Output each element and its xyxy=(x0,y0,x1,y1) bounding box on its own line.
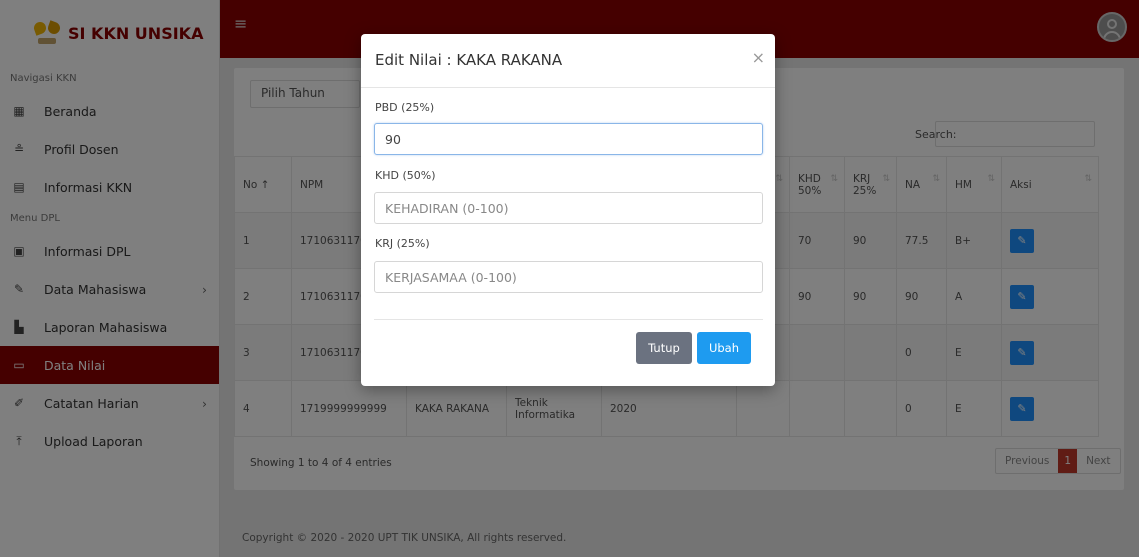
khd-label: KHD (50%) xyxy=(375,169,436,182)
modal-title: Edit Nilai : KAKA RAKANA xyxy=(375,51,563,69)
krj-input[interactable] xyxy=(374,261,763,293)
ubah-button[interactable]: Ubah xyxy=(697,332,751,364)
tutup-button[interactable]: Tutup xyxy=(636,332,692,364)
pbd-label: PBD (25%) xyxy=(375,101,435,114)
edit-nilai-modal: Edit Nilai : KAKA RAKANA × PBD (25%) KHD… xyxy=(361,34,775,386)
krj-label: KRJ (25%) xyxy=(375,237,430,250)
close-icon[interactable]: × xyxy=(752,48,765,67)
pbd-input[interactable] xyxy=(374,123,763,155)
khd-input[interactable] xyxy=(374,192,763,224)
modal-header: Edit Nilai : KAKA RAKANA × xyxy=(361,34,775,88)
modal-divider xyxy=(374,319,763,320)
